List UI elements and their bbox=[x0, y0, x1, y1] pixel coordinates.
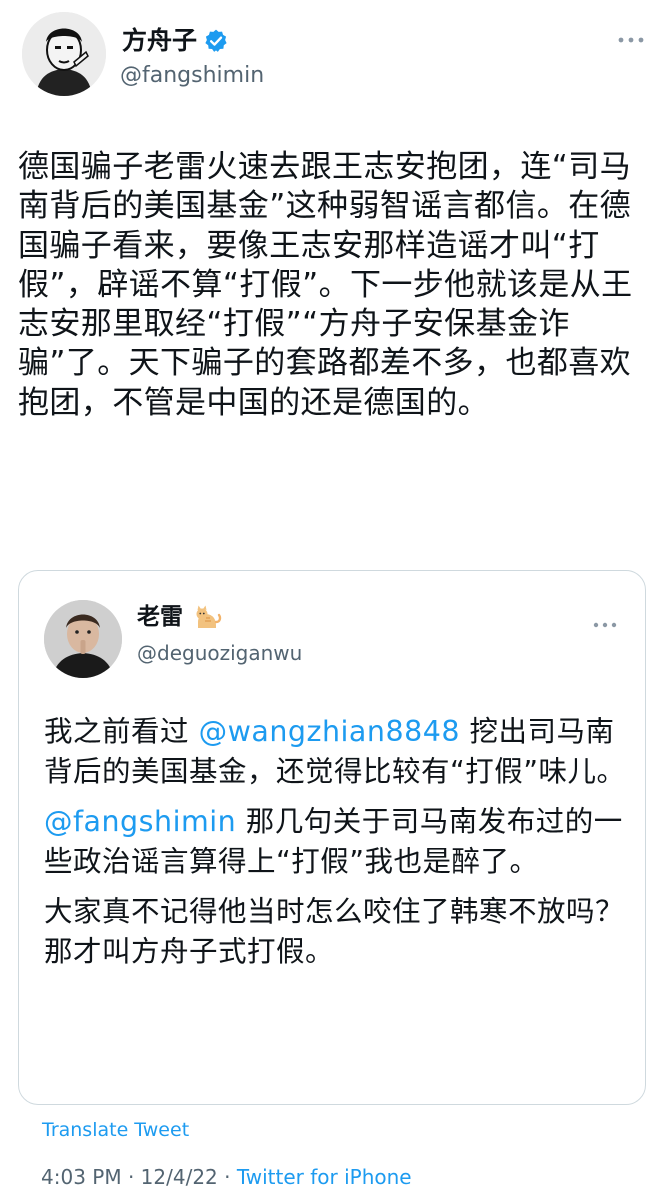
quoted-more-options-icon[interactable] bbox=[590, 616, 620, 634]
author-avatar[interactable] bbox=[22, 12, 106, 96]
tweet-text: 德国骗子老雷火速去跟王志安抱团，连“司马南背后的美国基金”这种弱智谣言都信。在德… bbox=[18, 148, 648, 423]
mention-link[interactable]: @fangshimin bbox=[44, 805, 236, 838]
meta-separator: · bbox=[217, 1165, 237, 1189]
verified-badge-icon bbox=[203, 28, 229, 54]
quoted-author-handle[interactable]: @deguoziganwu bbox=[137, 640, 302, 666]
tweet-metadata: 4:03 PM · 12/4/22 · Twitter for iPhone bbox=[41, 1163, 412, 1191]
quoted-paragraph: 我之前看过 @wangzhian8848 挖出司马南背后的美国基金，还觉得比较有… bbox=[44, 712, 629, 791]
author-display-name[interactable]: 方舟子 bbox=[122, 26, 197, 56]
author-handle[interactable]: @fangshimin bbox=[120, 62, 264, 90]
paragraph-text: 大家真不记得他当时怎么咬住了韩寒不放吗？那才叫方舟子式打假。 bbox=[44, 895, 625, 968]
cat-emoji-icon bbox=[192, 600, 224, 632]
meta-separator: · bbox=[121, 1165, 141, 1189]
tweet-source-link[interactable]: Twitter for iPhone bbox=[237, 1165, 412, 1189]
author-display-name-row[interactable]: 方舟子 bbox=[122, 26, 229, 56]
quoted-author-avatar[interactable] bbox=[44, 600, 122, 678]
quoted-tweet-text: 我之前看过 @wangzhian8848 挖出司马南背后的美国基金，还觉得比较有… bbox=[44, 712, 629, 982]
tweet-time[interactable]: 4:03 PM bbox=[41, 1165, 122, 1189]
paragraph-text: 我之前看过 bbox=[44, 715, 199, 748]
quoted-paragraph: @fangshimin 那几句关于司马南发布过的一些政治谣言算得上“打假”我也是… bbox=[44, 802, 629, 881]
translate-tweet-link[interactable]: Translate Tweet bbox=[42, 1117, 189, 1143]
tweet-date[interactable]: 12/4/22 bbox=[141, 1165, 218, 1189]
mention-link[interactable]: @wangzhian8848 bbox=[199, 715, 460, 748]
quoted-paragraph: 大家真不记得他当时怎么咬住了韩寒不放吗？那才叫方舟子式打假。 bbox=[44, 892, 629, 971]
more-options-icon[interactable] bbox=[614, 30, 648, 50]
quoted-author-display-name[interactable]: 老雷 bbox=[137, 603, 183, 631]
tweet-text-content: 德国骗子老雷火速去跟王志安抱团，连“司马南背后的美国基金”这种弱智谣言都信。在德… bbox=[18, 149, 633, 421]
